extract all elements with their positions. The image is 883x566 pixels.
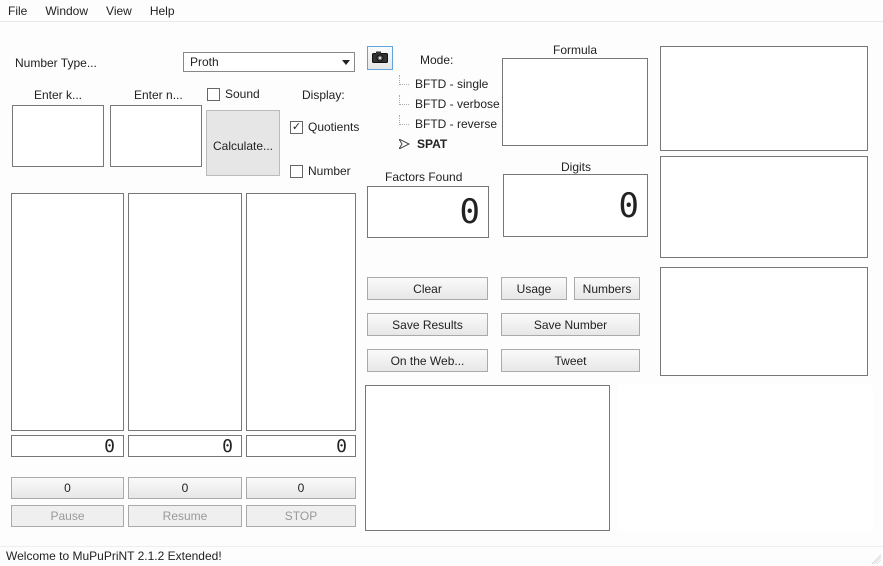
digits-label: Digits xyxy=(561,160,591,174)
factors-found-label: Factors Found xyxy=(385,170,462,184)
checkbox-box-icon xyxy=(207,88,220,101)
number-type-value: Proth xyxy=(190,55,219,69)
sound-label: Sound xyxy=(225,87,260,101)
save-results-button[interactable]: Save Results xyxy=(367,313,488,336)
statusbar: Welcome to MuPuPriNT 2.1.2 Extended! xyxy=(0,546,883,566)
factors-found-display: 0 xyxy=(367,186,489,238)
counter-3[interactable]: 0 xyxy=(246,477,356,499)
save-number-button[interactable]: Save Number xyxy=(501,313,640,336)
number-type-label: Number Type... xyxy=(15,56,97,70)
formula-box[interactable] xyxy=(502,58,648,146)
counter-1[interactable]: 0 xyxy=(11,477,124,499)
menu-file[interactable]: File xyxy=(8,4,27,18)
number-type-combo[interactable]: Proth xyxy=(183,52,355,72)
sound-checkbox[interactable]: Sound xyxy=(207,87,260,101)
usage-button[interactable]: Usage xyxy=(501,277,567,300)
menubar: File Window View Help xyxy=(0,0,883,22)
numbers-button[interactable]: Numbers xyxy=(574,277,640,300)
clear-button[interactable]: Clear xyxy=(367,277,488,300)
quotients-label: Quotients xyxy=(308,120,359,134)
enter-k-label: Enter k... xyxy=(34,88,82,102)
on-the-web-button[interactable]: On the Web... xyxy=(367,349,488,372)
output-pane-3[interactable] xyxy=(246,193,356,431)
enter-n-label: Enter n... xyxy=(134,88,183,102)
mode-label: Mode: xyxy=(420,53,453,67)
sevenseg-small-1: 0 xyxy=(11,435,124,457)
right-box-3[interactable] xyxy=(660,267,868,376)
resize-grip-icon[interactable] xyxy=(869,552,881,564)
counter-2[interactable]: 0 xyxy=(128,477,242,499)
number-checkbox[interactable]: Number xyxy=(290,164,351,178)
checkbox-box-icon: ✓ xyxy=(290,121,303,134)
formula-label: Formula xyxy=(553,43,597,57)
content-area: Number Type... Proth Enter k... Enter n.… xyxy=(0,22,883,546)
stop-button[interactable]: STOP xyxy=(246,505,356,527)
camera-icon xyxy=(372,51,388,66)
pointer-icon xyxy=(399,139,411,149)
menu-view[interactable]: View xyxy=(106,4,132,18)
sevenseg-small-3: 0 xyxy=(246,435,356,457)
n-input[interactable] xyxy=(110,105,202,167)
bottom-pane-right[interactable] xyxy=(618,385,873,531)
menu-help[interactable]: Help xyxy=(150,4,175,18)
sevenseg-small-2: 0 xyxy=(128,435,242,457)
output-pane-1[interactable] xyxy=(11,193,124,431)
digits-display: 0 xyxy=(503,174,648,237)
output-pane-2[interactable] xyxy=(128,193,242,431)
right-box-2[interactable] xyxy=(660,156,868,258)
number-label: Number xyxy=(308,164,351,178)
pause-button[interactable]: Pause xyxy=(11,505,124,527)
camera-button[interactable] xyxy=(367,46,393,70)
checkbox-box-icon xyxy=(290,165,303,178)
bottom-pane-left[interactable] xyxy=(365,385,610,531)
tweet-button[interactable]: Tweet xyxy=(501,349,640,372)
right-box-1[interactable] xyxy=(660,46,868,151)
k-input[interactable] xyxy=(12,105,104,167)
resume-button[interactable]: Resume xyxy=(128,505,242,527)
calculate-button[interactable]: Calculate... xyxy=(206,110,280,176)
status-text: Welcome to MuPuPriNT 2.1.2 Extended! xyxy=(6,549,222,563)
chevron-down-icon xyxy=(342,60,350,65)
menu-window[interactable]: Window xyxy=(45,4,88,18)
display-label: Display: xyxy=(302,88,345,102)
quotients-checkbox[interactable]: ✓ Quotients xyxy=(290,120,359,134)
